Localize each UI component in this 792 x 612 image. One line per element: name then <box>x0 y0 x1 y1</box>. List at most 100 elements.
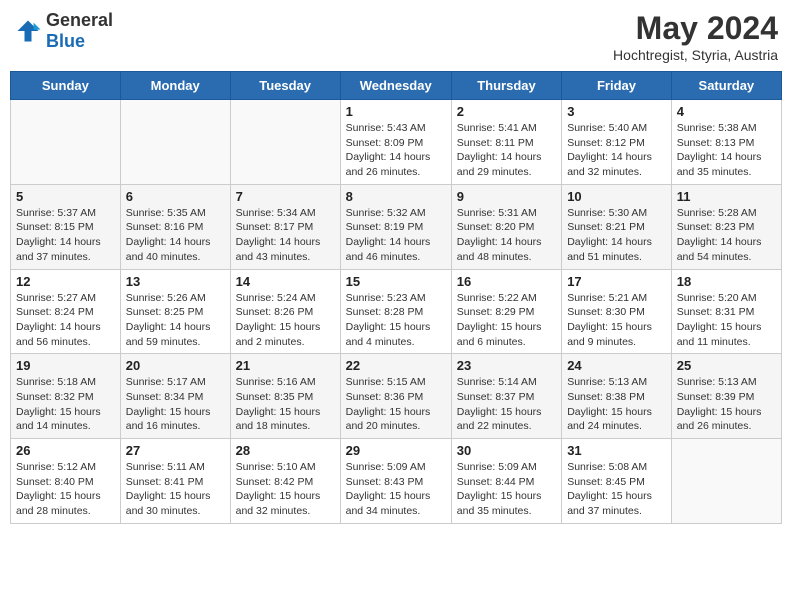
day-info: Sunrise: 5:35 AMSunset: 8:16 PMDaylight:… <box>126 206 225 265</box>
day-info: Sunrise: 5:21 AMSunset: 8:30 PMDaylight:… <box>567 291 666 350</box>
day-number: 19 <box>16 358 115 373</box>
table-row: 11Sunrise: 5:28 AMSunset: 8:23 PMDayligh… <box>671 184 781 269</box>
calendar-week-3: 12Sunrise: 5:27 AMSunset: 8:24 PMDayligh… <box>11 269 782 354</box>
day-info: Sunrise: 5:26 AMSunset: 8:25 PMDaylight:… <box>126 291 225 350</box>
day-number: 11 <box>677 189 776 204</box>
day-info: Sunrise: 5:09 AMSunset: 8:43 PMDaylight:… <box>346 460 446 519</box>
calendar-table: Sunday Monday Tuesday Wednesday Thursday… <box>10 71 782 524</box>
table-row: 23 Sunrise: 5:14 AMSunset: 8:37 PMDayligh… <box>451 354 561 439</box>
calendar-week-2: 5 Sunrise: 5:37 AMSunset: 8:15 PMDaylight… <box>11 184 782 269</box>
header-wednesday: Wednesday <box>340 72 451 100</box>
table-row: 31Sunrise: 5:08 AMSunset: 8:45 PMDayligh… <box>562 439 672 524</box>
day-number: 9 <box>457 189 556 204</box>
title-section: May 2024 Hochtregist, Styria, Austria <box>613 10 778 63</box>
day-number: 10 <box>567 189 666 204</box>
day-number: 17 <box>567 274 666 289</box>
day-number: 5 <box>16 189 115 204</box>
calendar-header-row: Sunday Monday Tuesday Wednesday Thursday… <box>11 72 782 100</box>
table-row: 12Sunrise: 5:27 AMSunset: 8:24 PMDayligh… <box>11 269 121 354</box>
table-row: 29Sunrise: 5:09 AMSunset: 8:43 PMDayligh… <box>340 439 451 524</box>
header-tuesday: Tuesday <box>230 72 340 100</box>
day-info: Sunrise: 5:12 AMSunset: 8:40 PMDaylight:… <box>16 460 115 519</box>
table-row <box>120 100 230 185</box>
day-number: 6 <box>126 189 225 204</box>
day-number: 3 <box>567 104 666 119</box>
calendar-week-1: 1 Sunrise: 5:43 AMSunset: 8:09 PMDaylight… <box>11 100 782 185</box>
day-number: 27 <box>126 443 225 458</box>
day-info: Sunrise: 5:27 AMSunset: 8:24 PMDaylight:… <box>16 291 115 350</box>
day-info: Sunrise: 5:41 AMSunset: 8:11 PMDaylight:… <box>457 121 556 180</box>
day-info: Sunrise: 5:10 AMSunset: 8:42 PMDaylight:… <box>236 460 335 519</box>
table-row: 20 Sunrise: 5:17 AMSunset: 8:34 PMDayligh… <box>120 354 230 439</box>
day-number: 13 <box>126 274 225 289</box>
header-friday: Friday <box>562 72 672 100</box>
day-number: 26 <box>16 443 115 458</box>
table-row: 27 Sunrise: 5:11 AMSunset: 8:41 PMDayligh… <box>120 439 230 524</box>
table-row: 17 Sunrise: 5:21 AMSunset: 8:30 PMDayligh… <box>562 269 672 354</box>
table-row: 8 Sunrise: 5:32 AMSunset: 8:19 PMDaylight… <box>340 184 451 269</box>
day-number: 18 <box>677 274 776 289</box>
header-monday: Monday <box>120 72 230 100</box>
day-info: Sunrise: 5:38 AMSunset: 8:13 PMDaylight:… <box>677 121 776 180</box>
day-number: 4 <box>677 104 776 119</box>
table-row: 9 Sunrise: 5:31 AMSunset: 8:20 PMDaylight… <box>451 184 561 269</box>
day-info: Sunrise: 5:15 AMSunset: 8:36 PMDaylight:… <box>346 375 446 434</box>
day-info: Sunrise: 5:43 AMSunset: 8:09 PMDaylight:… <box>346 121 446 180</box>
day-info: Sunrise: 5:31 AMSunset: 8:20 PMDaylight:… <box>457 206 556 265</box>
day-number: 30 <box>457 443 556 458</box>
logo-icon <box>14 17 42 45</box>
table-row: 22 Sunrise: 5:15 AMSunset: 8:36 PMDayligh… <box>340 354 451 439</box>
day-number: 25 <box>677 358 776 373</box>
logo-general: General <box>46 10 113 30</box>
day-number: 8 <box>346 189 446 204</box>
day-info: Sunrise: 5:18 AMSunset: 8:32 PMDaylight:… <box>16 375 115 434</box>
day-info: Sunrise: 5:34 AMSunset: 8:17 PMDaylight:… <box>236 206 335 265</box>
day-info: Sunrise: 5:32 AMSunset: 8:19 PMDaylight:… <box>346 206 446 265</box>
day-info: Sunrise: 5:23 AMSunset: 8:28 PMDaylight:… <box>346 291 446 350</box>
day-info: Sunrise: 5:13 AMSunset: 8:38 PMDaylight:… <box>567 375 666 434</box>
table-row: 13 Sunrise: 5:26 AMSunset: 8:25 PMDayligh… <box>120 269 230 354</box>
table-row: 3 Sunrise: 5:40 AMSunset: 8:12 PMDaylight… <box>562 100 672 185</box>
calendar-week-4: 19 Sunrise: 5:18 AMSunset: 8:32 PMDayligh… <box>11 354 782 439</box>
table-row: 24Sunrise: 5:13 AMSunset: 8:38 PMDayligh… <box>562 354 672 439</box>
header-sunday: Sunday <box>11 72 121 100</box>
day-number: 23 <box>457 358 556 373</box>
day-number: 28 <box>236 443 335 458</box>
day-number: 20 <box>126 358 225 373</box>
table-row: 26 Sunrise: 5:12 AMSunset: 8:40 PMDayligh… <box>11 439 121 524</box>
day-info: Sunrise: 5:22 AMSunset: 8:29 PMDaylight:… <box>457 291 556 350</box>
day-number: 22 <box>346 358 446 373</box>
calendar-week-5: 26 Sunrise: 5:12 AMSunset: 8:40 PMDayligh… <box>11 439 782 524</box>
table-row: 30 Sunrise: 5:09 AMSunset: 8:44 PMDayligh… <box>451 439 561 524</box>
day-info: Sunrise: 5:09 AMSunset: 8:44 PMDaylight:… <box>457 460 556 519</box>
day-info: Sunrise: 5:11 AMSunset: 8:41 PMDaylight:… <box>126 460 225 519</box>
table-row: 5 Sunrise: 5:37 AMSunset: 8:15 PMDaylight… <box>11 184 121 269</box>
day-info: Sunrise: 5:14 AMSunset: 8:37 PMDaylight:… <box>457 375 556 434</box>
day-number: 21 <box>236 358 335 373</box>
table-row: 2Sunrise: 5:41 AMSunset: 8:11 PMDaylight… <box>451 100 561 185</box>
day-info: Sunrise: 5:20 AMSunset: 8:31 PMDaylight:… <box>677 291 776 350</box>
day-info: Sunrise: 5:17 AMSunset: 8:34 PMDaylight:… <box>126 375 225 434</box>
table-row: 10 Sunrise: 5:30 AMSunset: 8:21 PMDayligh… <box>562 184 672 269</box>
day-number: 7 <box>236 189 335 204</box>
day-info: Sunrise: 5:30 AMSunset: 8:21 PMDaylight:… <box>567 206 666 265</box>
table-row: 7 Sunrise: 5:34 AMSunset: 8:17 PMDaylight… <box>230 184 340 269</box>
table-row: 15Sunrise: 5:23 AMSunset: 8:28 PMDayligh… <box>340 269 451 354</box>
location-subtitle: Hochtregist, Styria, Austria <box>613 47 778 63</box>
day-info: Sunrise: 5:08 AMSunset: 8:45 PMDaylight:… <box>567 460 666 519</box>
table-row <box>11 100 121 185</box>
day-info: Sunrise: 5:37 AMSunset: 8:15 PMDaylight:… <box>16 206 115 265</box>
day-number: 1 <box>346 104 446 119</box>
page-header: General Blue May 2024 Hochtregist, Styri… <box>10 10 782 63</box>
table-row: 21 Sunrise: 5:16 AMSunset: 8:35 PMDayligh… <box>230 354 340 439</box>
table-row: 19 Sunrise: 5:18 AMSunset: 8:32 PMDayligh… <box>11 354 121 439</box>
day-info: Sunrise: 5:16 AMSunset: 8:35 PMDaylight:… <box>236 375 335 434</box>
day-info: Sunrise: 5:13 AMSunset: 8:39 PMDaylight:… <box>677 375 776 434</box>
table-row: 6 Sunrise: 5:35 AMSunset: 8:16 PMDaylight… <box>120 184 230 269</box>
header-thursday: Thursday <box>451 72 561 100</box>
table-row: 25 Sunrise: 5:13 AMSunset: 8:39 PMDayligh… <box>671 354 781 439</box>
header-saturday: Saturday <box>671 72 781 100</box>
table-row: 4 Sunrise: 5:38 AMSunset: 8:13 PMDaylight… <box>671 100 781 185</box>
table-row: 18 Sunrise: 5:20 AMSunset: 8:31 PMDayligh… <box>671 269 781 354</box>
day-info: Sunrise: 5:40 AMSunset: 8:12 PMDaylight:… <box>567 121 666 180</box>
